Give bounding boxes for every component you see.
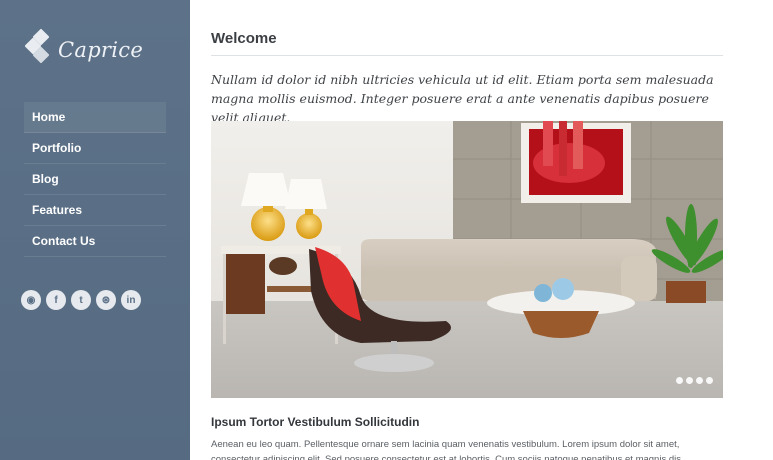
post-title[interactable]: Ipsum Tortor Vestibulum Sollicitudin [211, 415, 419, 429]
social-links: ◉ f t ⊛ in [21, 290, 142, 310]
post-body: Aenean eu leo quam. Pellentesque ornare … [211, 439, 681, 460]
nav-item-contact-us[interactable]: Contact Us [24, 226, 166, 257]
slider-dot[interactable] [706, 377, 713, 384]
nav-item-home[interactable]: Home [24, 102, 166, 133]
slider-dots [676, 377, 713, 384]
page-title: Welcome [211, 30, 277, 47]
title-divider [211, 55, 723, 56]
nav-item-features[interactable]: Features [24, 195, 166, 226]
sidebar: Caprice Home Portfolio Blog Features Con… [0, 0, 190, 460]
logo[interactable]: Caprice [24, 28, 143, 72]
intro-text: Nullam id dolor id nibh ultricies vehicu… [211, 72, 714, 125]
nav-item-blog[interactable]: Blog [24, 164, 166, 195]
dribbble-icon[interactable]: ⊛ [96, 290, 116, 310]
hero-slider[interactable] [211, 121, 723, 398]
linkedin-icon[interactable]: in [121, 290, 141, 310]
rss-icon[interactable]: ◉ [21, 290, 41, 310]
hero-image [211, 121, 723, 398]
slider-dot[interactable] [696, 377, 703, 384]
slider-dot[interactable] [676, 377, 683, 384]
logo-text: Caprice [58, 38, 144, 62]
main-nav: Home Portfolio Blog Features Contact Us [24, 102, 166, 257]
nav-item-portfolio[interactable]: Portfolio [24, 133, 166, 164]
slider-dot[interactable] [686, 377, 693, 384]
logo-mark-icon [24, 28, 56, 71]
twitter-icon[interactable]: t [71, 290, 91, 310]
facebook-icon[interactable]: f [46, 290, 66, 310]
